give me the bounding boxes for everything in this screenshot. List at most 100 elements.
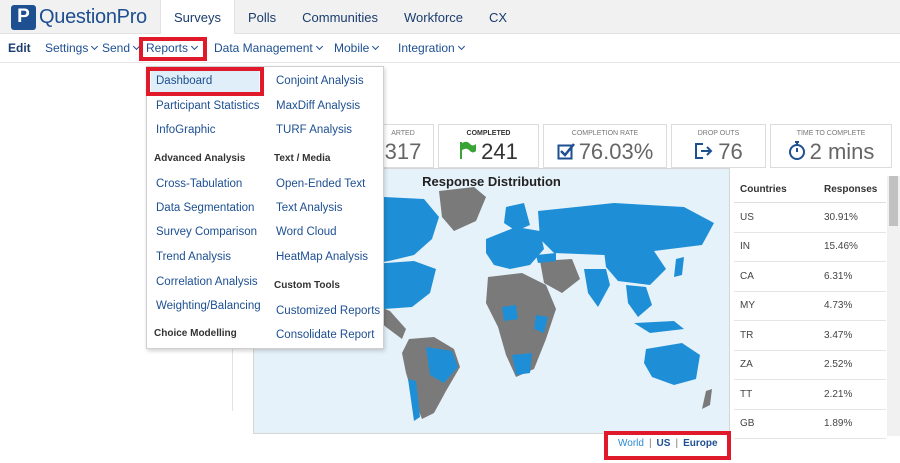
country-code: IN: [740, 241, 750, 253]
tab-polls[interactable]: Polls: [235, 0, 289, 34]
scrollbar-thumb[interactable]: [889, 176, 898, 226]
mobile-menu[interactable]: Mobile: [334, 41, 380, 55]
checkbox-icon: [557, 140, 575, 166]
tab-workforce[interactable]: Workforce: [391, 0, 476, 34]
stat-drop-outs: DROP OUTS 76: [671, 124, 766, 168]
country-code: US: [740, 211, 754, 223]
india-shape: [584, 269, 610, 307]
edit-menu[interactable]: Edit: [8, 41, 31, 55]
settings-label: Settings: [45, 41, 89, 55]
stat-drop-outs-value: 76: [718, 139, 743, 164]
table-scrollbar[interactable]: [887, 176, 900, 436]
country-code: MY: [740, 300, 755, 312]
table-row: GB 1.89%: [734, 410, 886, 439]
menu-item-consolidate-report[interactable]: Consolidate Report: [276, 329, 374, 341]
response-percent: 4.73%: [824, 300, 853, 312]
send-menu[interactable]: Send: [102, 41, 141, 55]
country-code: GB: [740, 418, 755, 430]
menu-item-participant-statistics[interactable]: Participant Statistics: [156, 100, 260, 112]
russia-shape: [538, 203, 714, 255]
survey-menu-bar: Edit Settings Send Reports Data Manageme…: [0, 34, 900, 63]
chevron-down-icon: [91, 42, 99, 51]
stat-drop-outs-label: DROP OUTS: [697, 130, 740, 137]
stat-time-to-complete: TIME TO COMPLETE 2 mins: [770, 124, 892, 168]
menu-heading-text-media: Text / Media: [274, 153, 331, 164]
response-percent: 6.31%: [824, 270, 853, 282]
header-responses[interactable]: Responses: [824, 176, 886, 202]
menu-item-word-cloud[interactable]: Word Cloud: [276, 226, 337, 238]
chevron-down-icon: [315, 42, 323, 51]
menu-item-trend-analysis[interactable]: Trend Analysis: [156, 251, 231, 263]
integration-label: Integration: [398, 41, 455, 55]
table-row: US 30.91%: [734, 203, 886, 233]
settings-menu[interactable]: Settings: [45, 41, 99, 55]
menu-item-conjoint-analysis[interactable]: Conjoint Analysis: [276, 75, 364, 87]
menu-item-open-ended-text[interactable]: Open-Ended Text: [276, 178, 365, 190]
china-shape: [604, 251, 666, 285]
greenland-shape: [439, 187, 486, 231]
menu-item-correlation-analysis[interactable]: Correlation Analysis: [156, 276, 258, 288]
country-code: TR: [740, 329, 754, 341]
australia-shape: [644, 343, 700, 385]
menu-item-survey-comparison[interactable]: Survey Comparison: [156, 226, 257, 238]
menu-item-customized-reports[interactable]: Customized Reports: [276, 305, 380, 317]
menu-item-cross-tabulation[interactable]: Cross-Tabulation: [156, 178, 242, 190]
data-management-menu[interactable]: Data Management: [214, 41, 323, 55]
table-row: CA 6.31%: [734, 262, 886, 292]
stat-drop-outs-value-wrap: 76: [672, 139, 765, 166]
menu-heading-custom-tools: Custom Tools: [274, 280, 340, 291]
response-percent: 2.52%: [824, 359, 853, 371]
menu-item-weighting-balancing[interactable]: Weighting/Balancing: [156, 300, 261, 312]
reports-dropdown-menu: Dashboard Participant Statistics InfoGra…: [146, 66, 384, 349]
stat-time-to-complete-label: TIME TO COMPLETE: [796, 130, 866, 137]
menu-heading-advanced-analysis: Advanced Analysis: [154, 153, 246, 164]
data-management-label: Data Management: [214, 41, 313, 55]
table-row: IN 15.46%: [734, 233, 886, 262]
stat-time-to-complete-value: 2 mins: [809, 139, 875, 164]
table-row: TT 2.21%: [734, 380, 886, 410]
table-row: ZA 2.52%: [734, 351, 886, 380]
tab-cx[interactable]: CX: [476, 0, 520, 34]
menu-item-maxdiff-analysis[interactable]: MaxDiff Analysis: [276, 100, 360, 112]
reports-highlight-box: [139, 37, 207, 61]
exit-icon: [694, 140, 714, 166]
stat-completion-rate-value: 76.03%: [578, 139, 654, 164]
regions-highlight-box: [604, 431, 731, 460]
response-percent: 3.47%: [824, 329, 853, 341]
dashboard-highlight-box: [146, 67, 264, 96]
tab-surveys[interactable]: Surveys: [160, 0, 235, 34]
menu-item-infographic[interactable]: InfoGraphic: [156, 124, 215, 136]
header-countries[interactable]: Countries: [734, 176, 824, 202]
menu-item-heatmap-analysis[interactable]: HeatMap Analysis: [276, 251, 368, 263]
country-code: ZA: [740, 359, 753, 371]
stat-completion-rate-value-wrap: 76.03%: [544, 139, 666, 166]
stopwatch-icon: [788, 140, 806, 166]
menu-item-data-segmentation[interactable]: Data Segmentation: [156, 202, 254, 214]
indonesia-shape: [634, 321, 684, 333]
stat-completed-label: COMPLETED: [466, 130, 511, 137]
menu-item-turf-analysis[interactable]: TURF Analysis: [276, 124, 352, 136]
chevron-down-icon: [372, 42, 380, 51]
stat-completion-rate: COMPLETION RATE 76.03%: [543, 124, 667, 168]
questionpro-logo[interactable]: P QuestionPro: [11, 4, 147, 30]
top-navigation-bar: P QuestionPro Surveys Polls Communities …: [0, 0, 900, 34]
europe-shape: [486, 227, 544, 269]
menu-heading-choice-modelling: Choice Modelling: [154, 328, 237, 339]
japan-shape: [674, 257, 684, 277]
countries-table: Countries Responses US 30.91% IN 15.46% CA…: [734, 176, 886, 439]
stat-completed: COMPLETED 241: [438, 124, 539, 168]
response-percent: 2.21%: [824, 388, 853, 400]
edit-label: Edit: [8, 41, 31, 55]
country-code: CA: [740, 270, 754, 282]
integration-menu[interactable]: Integration: [398, 41, 465, 55]
response-percent: 1.89%: [824, 418, 853, 430]
mobile-label: Mobile: [334, 41, 370, 55]
tab-communities[interactable]: Communities: [289, 0, 391, 34]
product-tabs: Surveys Polls Communities Workforce CX: [160, 0, 520, 34]
new-zealand-shape: [702, 389, 712, 409]
stat-completed-value: 241: [481, 139, 518, 164]
menu-item-text-analysis[interactable]: Text Analysis: [276, 202, 342, 214]
stat-time-to-complete-value-wrap: 2 mins: [771, 139, 891, 166]
stat-completed-value-wrap: 241: [439, 139, 538, 166]
response-percent: 15.46%: [824, 241, 858, 253]
